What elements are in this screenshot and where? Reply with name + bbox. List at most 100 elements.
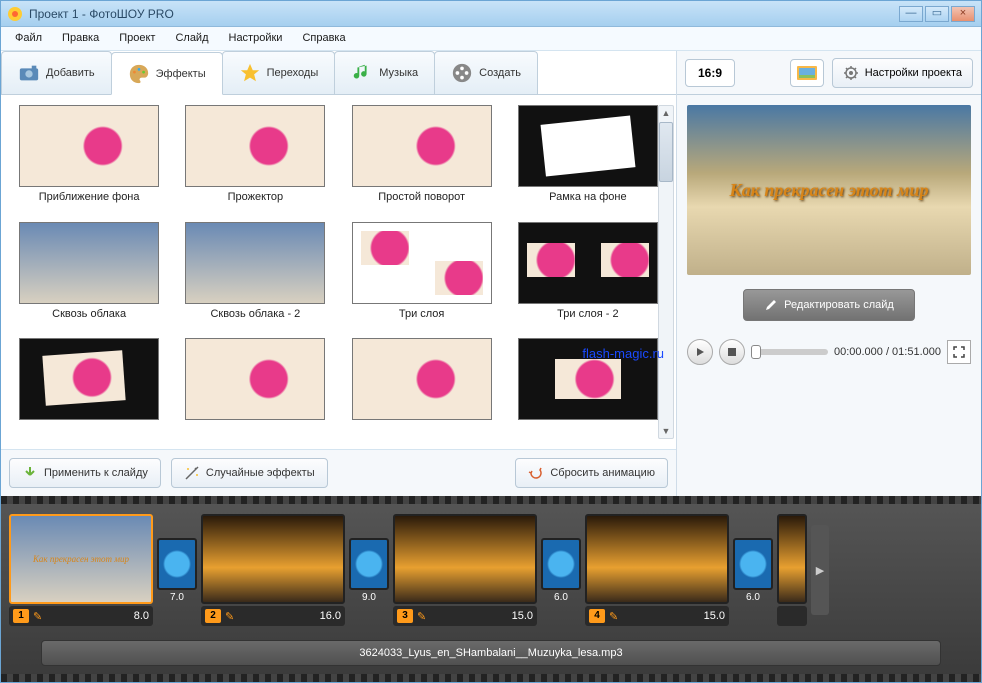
slide-thumb — [201, 514, 345, 604]
timeline-transition[interactable]: 7.0 — [157, 538, 197, 603]
timeline-transition[interactable]: 9.0 — [349, 538, 389, 603]
effect-item[interactable]: Сквозь облака - 2 — [173, 222, 337, 335]
timeline-slide[interactable]: 4 ✎ 15.0 — [585, 514, 729, 626]
effect-item[interactable]: Сквозь облака — [7, 222, 171, 335]
transition-thumb — [541, 538, 581, 590]
random-effects-button[interactable]: Случайные эффекты — [171, 458, 328, 488]
tab-music[interactable]: Музыка — [334, 51, 435, 94]
scroll-thumb[interactable] — [659, 122, 673, 182]
timeline: Как прекрасен этот мир 1 ✎ 8.0 7.0 2 ✎ 1… — [1, 496, 981, 682]
wand-icon — [184, 465, 200, 481]
close-button[interactable]: × — [951, 6, 975, 22]
slide-info-bar: 2 ✎ 16.0 — [201, 606, 345, 626]
scroll-up-icon[interactable]: ▲ — [659, 106, 673, 120]
effect-item[interactable] — [173, 338, 337, 439]
effect-item[interactable] — [340, 338, 504, 439]
menu-edit[interactable]: Правка — [52, 27, 109, 50]
timeline-scroll-right[interactable]: ▶ — [811, 525, 829, 615]
right-toolbar: 16:9 Настройки проекта — [677, 51, 981, 95]
effect-item[interactable]: Прожектор — [173, 105, 337, 218]
pencil-icon[interactable]: ✎ — [609, 610, 618, 623]
timeline-slide[interactable]: 2 ✎ 16.0 — [201, 514, 345, 626]
reset-animation-button[interactable]: Сбросить анимацию — [515, 458, 668, 488]
tab-transitions[interactable]: Переходы — [222, 51, 336, 94]
effects-toolbar: Применить к слайду Случайные эффекты Сбр… — [1, 449, 676, 496]
minimize-button[interactable]: — — [899, 6, 923, 22]
effect-item[interactable]: Простой поворот — [340, 105, 504, 218]
menu-settings[interactable]: Настройки — [219, 27, 293, 50]
fullscreen-icon — [953, 346, 965, 358]
timeline-slide[interactable]: Как прекрасен этот мир 1 ✎ 8.0 — [9, 514, 153, 626]
effect-label: Простой поворот — [378, 191, 465, 203]
effect-item[interactable]: Три слоя — [340, 222, 504, 335]
seek-bar[interactable] — [751, 349, 828, 355]
orientation-button[interactable] — [790, 59, 824, 87]
tab-add[interactable]: Добавить — [1, 51, 112, 94]
edit-slide-button[interactable]: Редактировать слайд — [743, 289, 915, 321]
tab-transitions-label: Переходы — [267, 67, 319, 79]
timeline-clips[interactable]: Как прекрасен этот мир 1 ✎ 8.0 7.0 2 ✎ 1… — [1, 504, 981, 636]
slide-duration[interactable]: 15.0 — [512, 610, 533, 622]
menu-file[interactable]: Файл — [5, 27, 52, 50]
effect-thumb — [352, 222, 492, 304]
effect-item[interactable]: Три слоя - 2 — [506, 222, 670, 335]
time-display: 00:00.000 / 01:51.000 — [834, 346, 941, 358]
titlebar[interactable]: Проект 1 - ФотоШОУ PRO — ▭ × — [1, 1, 981, 27]
slide-duration[interactable]: 8.0 — [134, 610, 149, 622]
tab-effects-label: Эффекты — [156, 68, 206, 80]
slide-duration[interactable]: 15.0 — [704, 610, 725, 622]
menu-slide[interactable]: Слайд — [165, 27, 218, 50]
effect-item[interactable]: Рамка на фоне — [506, 105, 670, 218]
transition-duration[interactable]: 7.0 — [157, 592, 197, 603]
transition-thumb — [733, 538, 773, 590]
tab-effects[interactable]: Эффекты — [111, 52, 223, 95]
transition-duration[interactable]: 6.0 — [733, 592, 773, 603]
effect-thumb — [19, 338, 159, 420]
gear-icon — [843, 65, 859, 81]
star-icon — [239, 62, 261, 84]
effect-thumb — [352, 338, 492, 420]
pencil-icon[interactable]: ✎ — [225, 610, 234, 623]
effect-label: Три слоя - 2 — [557, 308, 618, 320]
timeline-transition[interactable]: 6.0 — [541, 538, 581, 603]
project-settings-button[interactable]: Настройки проекта — [832, 58, 973, 88]
fullscreen-button[interactable] — [947, 340, 971, 364]
preview-viewport[interactable]: Как прекрасен этот мир — [687, 105, 971, 275]
slide-thumb — [777, 514, 807, 604]
menubar: Файл Правка Проект Слайд Настройки Справ… — [1, 27, 981, 51]
effect-item[interactable] — [7, 338, 171, 439]
stop-button[interactable] — [719, 339, 745, 365]
play-button[interactable] — [687, 339, 713, 365]
transition-duration[interactable]: 6.0 — [541, 592, 581, 603]
transition-duration[interactable]: 9.0 — [349, 592, 389, 603]
menu-help[interactable]: Справка — [292, 27, 355, 50]
aspect-ratio-button[interactable]: 16:9 — [685, 59, 735, 87]
timeline-slide[interactable]: 3 ✎ 15.0 — [393, 514, 537, 626]
audio-track[interactable]: 3624033_Lyus_en_SHambalani__Muzuyka_lesa… — [41, 640, 941, 666]
apply-to-slide-button[interactable]: Применить к слайду — [9, 458, 161, 488]
effect-item[interactable]: Приближение фона — [7, 105, 171, 218]
tab-create[interactable]: Создать — [434, 51, 538, 94]
effect-item[interactable] — [506, 338, 670, 439]
slide-info-bar: 4 ✎ 15.0 — [585, 606, 729, 626]
effect-thumb — [518, 338, 658, 420]
left-panel: Добавить Эффекты Переходы Музыка Создать — [1, 51, 677, 496]
timeline-slide[interactable] — [777, 514, 807, 626]
scroll-down-icon[interactable]: ▼ — [659, 424, 673, 438]
transition-thumb — [157, 538, 197, 590]
pencil-icon[interactable]: ✎ — [33, 610, 42, 623]
seek-handle[interactable] — [751, 345, 761, 359]
menu-project[interactable]: Проект — [109, 27, 165, 50]
effect-thumb — [352, 105, 492, 187]
slide-duration[interactable]: 16.0 — [320, 610, 341, 622]
slide-info-bar: 3 ✎ 15.0 — [393, 606, 537, 626]
pencil-icon[interactable]: ✎ — [417, 610, 426, 623]
scrollbar-vertical[interactable]: ▲ ▼ — [658, 105, 674, 439]
maximize-button[interactable]: ▭ — [925, 6, 949, 22]
slide-number: 4 — [589, 609, 605, 623]
timeline-transition[interactable]: 6.0 — [733, 538, 773, 603]
reset-label: Сбросить анимацию — [550, 467, 655, 479]
slide-thumb — [585, 514, 729, 604]
palette-icon — [128, 63, 150, 85]
arrow-down-icon — [22, 465, 38, 481]
